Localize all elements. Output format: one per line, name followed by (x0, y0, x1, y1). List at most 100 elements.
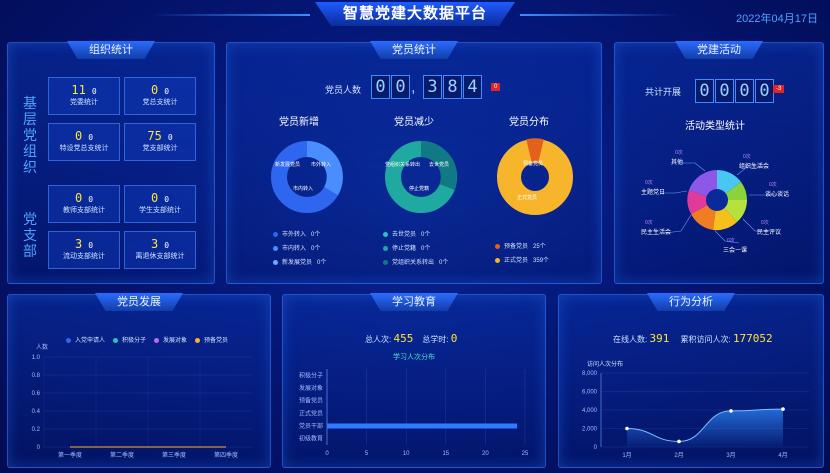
develop-legend: 入党申请人 积极分子 发展对象 预备党员 (66, 329, 236, 344)
org-stat-box[interactable]: 0 0 党总支统计 (124, 77, 196, 115)
study-ytick: 预备党员 (299, 397, 323, 405)
org-stat-value: 30 (74, 237, 94, 251)
org-stat-label: 教师支部统计 (63, 207, 105, 214)
org-stat-label: 流动支部统计 (63, 253, 105, 260)
members-panel-title: 党员统计 (370, 41, 458, 59)
study-ytick: 发展对象 (299, 384, 323, 392)
member-add-title: 党员新增 (279, 117, 319, 128)
date-display: 2022年04月17日 (736, 13, 818, 25)
study-ytick: 党员干部 (299, 422, 323, 430)
org-stat-box[interactable]: 3 0 离退休支部统计 (124, 231, 196, 269)
member-add-label-2: 市外转入 (311, 162, 332, 168)
study-total-label: 总人次: (365, 335, 392, 344)
develop-ytick: 0.6 (32, 391, 41, 397)
behavior-xtick: 4月 (778, 452, 787, 459)
study-chart-title: 学习人次分布 (393, 354, 435, 361)
org-stat-label: 党总支统计 (142, 99, 178, 106)
activity-type-count: 0次 (743, 154, 751, 160)
member-count-badge: 0 (491, 83, 501, 91)
develop-xtick: 第一季度 (58, 451, 82, 459)
activity-type-name: 组织生活会 (739, 164, 770, 170)
org-stat-box[interactable]: 75 0 党支部统计 (124, 123, 196, 161)
behavior-panel-title: 行为分析 (647, 293, 735, 311)
member-reduce-label-1: 党组织关系转出 (385, 162, 421, 168)
org-stat-box[interactable]: 0 0 学生支部统计 (124, 185, 196, 223)
org-stat-label: 党委统计 (70, 99, 98, 106)
activity-type-count: 0次 (645, 180, 653, 186)
org-stat-label: 离退休支部统计 (135, 253, 185, 260)
legend-item: 党组织关系转出 0个 (383, 257, 448, 266)
org-stat-label: 党支部统计 (142, 145, 178, 152)
member-reduce-label-2: 去世党员 (429, 162, 450, 168)
study-ytick: 初级教育 (299, 435, 323, 443)
member-count-digit: 4 (463, 75, 482, 99)
activity-type-name: 民主评议 (757, 230, 782, 236)
behavior-panel: 行为分析 在线人数: 391 累积访问人次: 177052 访问人次分布 0 2,… (558, 293, 824, 468)
study-xtick: 20 (482, 451, 489, 457)
legend-item: 停止党籍 0个 (383, 243, 430, 252)
header-line-right (520, 14, 680, 16)
behavior-chart: 0 2,000 4,000 6,000 8,000 1月 2月 3月 4月 (582, 371, 809, 459)
behavior-ytick: 0 (594, 445, 598, 451)
header: 智慧党建大数据平台 2022年04月17日 (0, 0, 830, 30)
member-count-label: 党员人数 (325, 85, 362, 95)
study-xtick: 15 (442, 451, 449, 457)
behavior-area (627, 409, 783, 447)
org-stat-box[interactable]: 0 0 特设党总支统计 (48, 123, 120, 161)
behavior-point (729, 409, 733, 413)
activity-type-count: 0次 (675, 150, 683, 156)
study-xtick: 10 (403, 451, 410, 457)
org-stat-box[interactable]: 0 0 教师支部统计 (48, 185, 120, 223)
study-total-value: 455 (393, 332, 414, 345)
member-dist-label-1: 预备党员 (523, 161, 544, 167)
behavior-ytick: 4,000 (582, 408, 598, 414)
org-stat-label: 特设党总支统计 (59, 145, 109, 152)
study-hours-value: 0 (450, 332, 458, 345)
org-stat-box[interactable]: 3 0 流动支部统计 (48, 231, 120, 269)
member-count-digit: 0 (371, 75, 390, 99)
study-xtick: 25 (522, 451, 529, 457)
activity-panel: 党建活动 共计开展 0000 -3 活动类型统计 0次 其他 0次 组织生活会 0次 谈心… (614, 41, 824, 284)
org-stat-value: 00 (150, 191, 170, 205)
member-add-label-1: 新发展党员 (275, 162, 301, 168)
online-label: 在线人数: (613, 335, 648, 344)
behavior-xtick: 1月 (622, 452, 631, 459)
member-reduce-label-3: 停止党籍 (409, 186, 430, 192)
members-panel: 党员统计 党员人数 00,384 0 党员新增 党员减少 党员分布 新发展党员 … (226, 41, 602, 284)
activity-type-count: 0次 (645, 220, 653, 226)
org-stat-value: 30 (150, 237, 170, 251)
develop-panel: 党员发展 入党申请人 积极分子 发展对象 预备党员 人数 0 0.2 0.4 0.6 0.8 1.… (7, 293, 271, 468)
legend-item: 市内转入 0个 (273, 243, 320, 252)
visits-label: 累积访问人次: (680, 335, 731, 344)
develop-panel-title: 党员发展 (95, 293, 183, 311)
legend-item: 正式党员 359个 (495, 255, 549, 264)
header-line-left (150, 14, 310, 16)
study-xtick: 5 (365, 451, 369, 457)
donut-segment (420, 141, 457, 190)
member-dist-label-2: 正式党员 (517, 195, 538, 201)
study-totals: 总人次: 455 总学时: 0 (365, 332, 457, 345)
org-stat-value: 00 (150, 83, 170, 97)
develop-xtick: 第三季度 (162, 451, 186, 459)
develop-ytick: 1.0 (32, 355, 41, 361)
org-stat-value: 11 0 (71, 83, 97, 97)
legend-item: 预备党员 25个 (495, 241, 546, 250)
org-stat-box[interactable]: 11 0 党委统计 (48, 77, 120, 115)
develop-xtick: 第二季度 (110, 451, 134, 459)
legend-item: 去世党员 0个 (383, 229, 430, 238)
org-stat-value: 00 (74, 191, 94, 205)
study-bar (327, 423, 518, 429)
org-stat-value: 75 0 (147, 129, 173, 143)
member-add-donut (271, 141, 343, 213)
org-group2-label: 党支部 (23, 211, 37, 259)
study-hours-label: 总学时: (422, 335, 449, 344)
behavior-xtick: 3月 (726, 452, 735, 459)
legend-item: 新发展党员 0个 (273, 257, 326, 266)
develop-ylabel: 人数 (36, 343, 48, 351)
activity-leader-lines (661, 162, 777, 244)
visits-value: 177052 (732, 332, 773, 345)
activity-type-count: 0次 (727, 238, 735, 244)
study-panel-title: 学习教育 (370, 293, 458, 311)
activity-type-count: 0次 (769, 182, 777, 188)
digit-separator: , (411, 79, 416, 96)
